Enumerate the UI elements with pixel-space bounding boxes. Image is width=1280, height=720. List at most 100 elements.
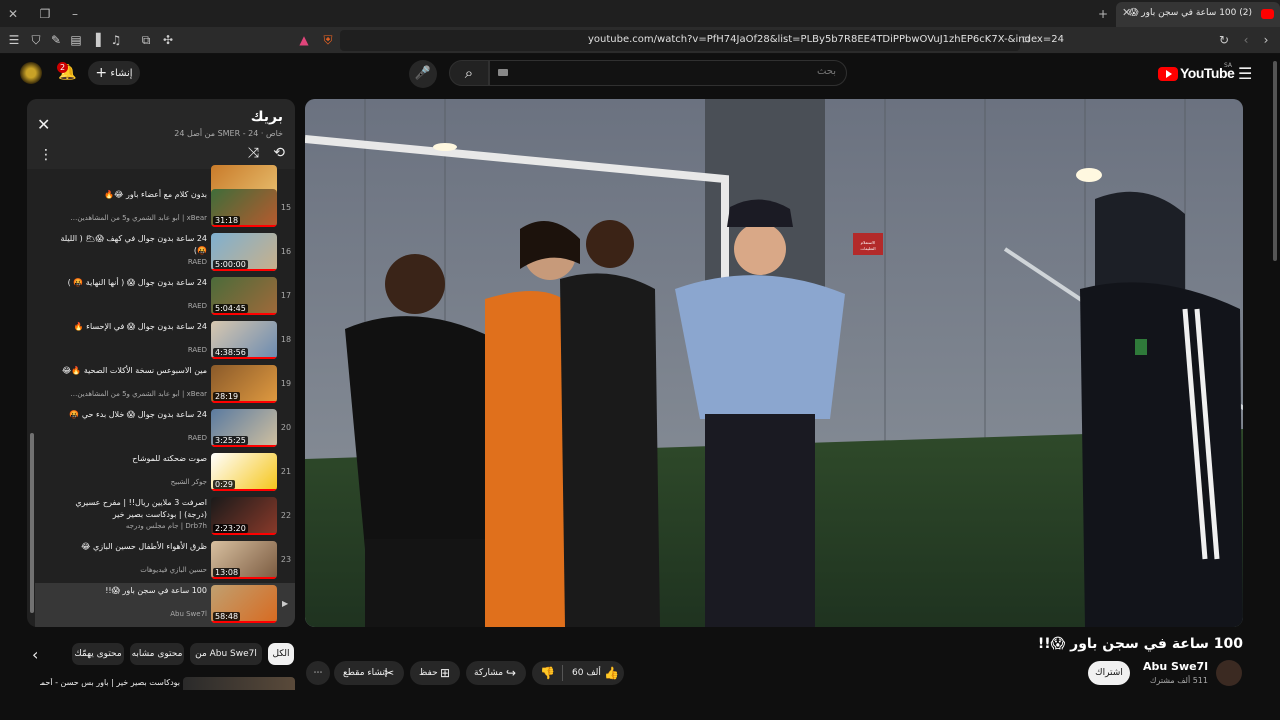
playlist-scrollbar[interactable]: [30, 169, 34, 627]
maximize-window-icon[interactable]: ❐: [36, 5, 54, 23]
playlist-item-index: 23: [280, 555, 292, 564]
tabs-icon[interactable]: ▤: [68, 32, 84, 48]
playlist-item[interactable]: 16 5:00:00 24 ساعة بدون جوال في كهف 😱🌥 ( ا…: [35, 231, 295, 275]
watched-progress-bar: [211, 621, 277, 623]
back-icon[interactable]: ‹: [1238, 32, 1254, 48]
loop-icon[interactable]: ⟲: [273, 145, 285, 161]
sidebar-icon[interactable]: ▐: [88, 32, 104, 48]
music-icon[interactable]: ♫: [108, 32, 124, 48]
playlist-item-thumbnail: 31:18: [211, 189, 277, 227]
warning-icon[interactable]: ▲: [296, 32, 312, 48]
save-button[interactable]: حفظ ⊞: [410, 661, 460, 685]
channel-subscribers: 511 ألف مشترك: [1149, 676, 1208, 685]
playlist-item-index: 19: [280, 379, 292, 388]
reload-icon[interactable]: ↻: [1216, 32, 1232, 48]
playlist-item[interactable]: 15 31:18 بدون كلام مع أعضاء باور 😂🔥 xBear |…: [35, 187, 295, 231]
playlist-item-thumbnail: 13:08: [211, 541, 277, 579]
new-tab-icon[interactable]: +: [1094, 5, 1112, 23]
playlist-item-channel: Drb7h | جام مجلس ودرجه: [125, 522, 207, 530]
close-window-icon[interactable]: ✕: [4, 5, 22, 23]
chip-similar[interactable]: محتوى مشابه: [130, 643, 184, 665]
playlist-item-title: ظرق الأهواء الأطفال حسين البازي 😂: [81, 542, 207, 551]
playlist-panel: ✕ بريك خاص · SMER - 24 من أصل 24 ⋮ ⟲ ⤨ 5…: [27, 99, 295, 627]
playlist-item[interactable]: 17 5:04:45 24 ساعة بدون جوال 😱 ( أنها النه…: [35, 275, 295, 319]
channel-name[interactable]: Abu Swe7l: [1143, 660, 1208, 673]
playlist-item[interactable]: 21 0:29 صوت ضحكته للموشاح جوكر الشبيح: [35, 451, 295, 495]
screenshot-icon[interactable]: ⧉: [138, 32, 154, 48]
watched-progress-bar: [211, 357, 277, 359]
close-icon[interactable]: ✕: [37, 115, 50, 134]
create-label: إنشاء: [110, 68, 133, 79]
menu-icon[interactable]: ☰: [6, 32, 22, 48]
scrollbar-thumb[interactable]: [30, 433, 34, 613]
browser-tab-active[interactable]: ✕ (2) 100 ساعة في سجن باور 😱: [1116, 2, 1280, 27]
more-options-icon[interactable]: ⋮: [39, 147, 53, 163]
address-bar[interactable]: youtube.com/watch?v=PfH74JaOf28&list=PLB…: [340, 30, 1064, 51]
playlist-item[interactable]: 19 28:19 مين الاسبوعس نسخة الأكلات الصحية …: [35, 363, 295, 407]
shield-icon[interactable]: ⛉: [28, 32, 44, 48]
playlist-items: 50:161531:18بدون كلام مع أعضاء باور 😂🔥xB…: [27, 165, 295, 627]
playlist-title[interactable]: بريك: [251, 109, 283, 125]
search-placeholder: بحث: [816, 66, 836, 77]
pen-icon[interactable]: ✎: [48, 32, 64, 48]
playlist-item-index: 16: [280, 247, 292, 256]
playlist-item-duration: 4:38:56: [213, 348, 248, 357]
like-count[interactable]: 60 ألف: [572, 661, 601, 685]
playlist-item-thumbnail: 2:23:20: [211, 497, 277, 535]
extensions-icon[interactable]: ✣: [160, 32, 176, 48]
url-text: youtube.com/watch?v=PfH74JaOf28&list=PLB…: [588, 34, 1064, 45]
playlist-item-duration: 58:48: [213, 612, 241, 621]
watched-progress-bar: [211, 445, 277, 447]
playlist-item-title: صوت ضحكته للموشاح: [132, 454, 207, 463]
create-button[interactable]: + إنشاء: [88, 61, 140, 85]
playlist-item[interactable]: 22 2:23:20 اصرفت 3 ملايين ريال!! | مفرح عس…: [35, 495, 295, 539]
brave-shield-icon[interactable]: ⛨: [320, 32, 336, 48]
search-button[interactable]: ⌕: [449, 60, 489, 86]
search-input[interactable]: بحث: [489, 60, 847, 86]
forward-icon[interactable]: ›: [1258, 32, 1274, 48]
clip-button[interactable]: إنشاء مقطع ✂: [334, 661, 404, 685]
subscribe-button[interactable]: اشتراك: [1088, 661, 1130, 685]
more-actions-icon[interactable]: ⋯: [306, 661, 330, 685]
playlist-item-index: 18: [280, 335, 292, 344]
playlist-item[interactable]: 23 13:08 ظرق الأهواء الأطفال حسين البازي 😂…: [35, 539, 295, 583]
like-icon[interactable]: 👍: [604, 661, 619, 685]
tab-title: (2) 100 ساعة في سجن باور 😱: [1129, 8, 1252, 18]
share-icon: ↪: [506, 666, 517, 680]
chevron-left-icon[interactable]: ‹: [32, 645, 38, 664]
next-video-title[interactable]: بودكاست بصير خير | باور بس حسن - أحمد: [40, 678, 180, 687]
page-scrollbar-thumb[interactable]: [1273, 61, 1277, 261]
dislike-icon[interactable]: 👎: [540, 661, 555, 685]
playlist-item-duration: 5:04:45: [213, 304, 248, 313]
channel-avatar[interactable]: [1216, 660, 1242, 686]
voice-search-icon[interactable]: 🎤: [409, 60, 437, 88]
playlist-item-channel: xBear | أبو عابد الشمري و5 من المشاهدين…: [70, 214, 207, 222]
playlist-item-current[interactable]: ▶ 58:48 100 ساعة في سجن باور 😱!! Abu Swe7l: [35, 583, 295, 627]
chip-from-channel[interactable]: من Abu Swe7l: [190, 643, 262, 665]
next-video-thumbnail[interactable]: [183, 677, 295, 690]
guide-menu-icon[interactable]: ☰: [1238, 64, 1252, 83]
playlist-item-duration: 0:29: [213, 480, 235, 489]
chip-all[interactable]: الكل: [268, 643, 294, 665]
video-title: 100 ساعة في سجن باور 😱!!: [1037, 636, 1243, 652]
wall-sign-text-1: الاستعلام: [861, 240, 876, 245]
playlist-item[interactable]: 20 3:25:25 24 ساعة بدون جوال 😱 خلال بدء حي…: [35, 407, 295, 451]
shuffle-icon[interactable]: ⤨: [248, 145, 259, 161]
chip-recommended[interactable]: محتوى يهمّك: [72, 643, 124, 665]
playlist-item-thumbnail: 28:19: [211, 365, 277, 403]
minimize-window-icon[interactable]: –: [66, 5, 84, 23]
share-label: مشاركة: [474, 668, 504, 678]
playlist-item-channel: Abu Swe7l: [170, 610, 207, 618]
playlist-item[interactable]: 18 4:38:56 24 ساعة بدون جوال 😱 في الإحساء …: [35, 319, 295, 363]
bookmark-icon[interactable]: ⌑: [1018, 32, 1034, 48]
page-scrollbar[interactable]: [1270, 55, 1280, 690]
share-button[interactable]: مشاركة ↪: [466, 661, 526, 685]
keyboard-icon[interactable]: [498, 69, 508, 76]
video-player[interactable]: الاستعلام التعليمات: [305, 99, 1243, 627]
notifications-badge: 2: [57, 62, 69, 73]
playlist-item-index: 21: [280, 467, 292, 476]
playlist-item-title: 24 ساعة بدون جوال 😱 خلال بدء حي 🤬: [69, 410, 207, 419]
playlist-item-channel: RAED: [187, 434, 207, 442]
user-avatar[interactable]: [20, 62, 42, 84]
save-label: حفظ: [419, 668, 438, 678]
